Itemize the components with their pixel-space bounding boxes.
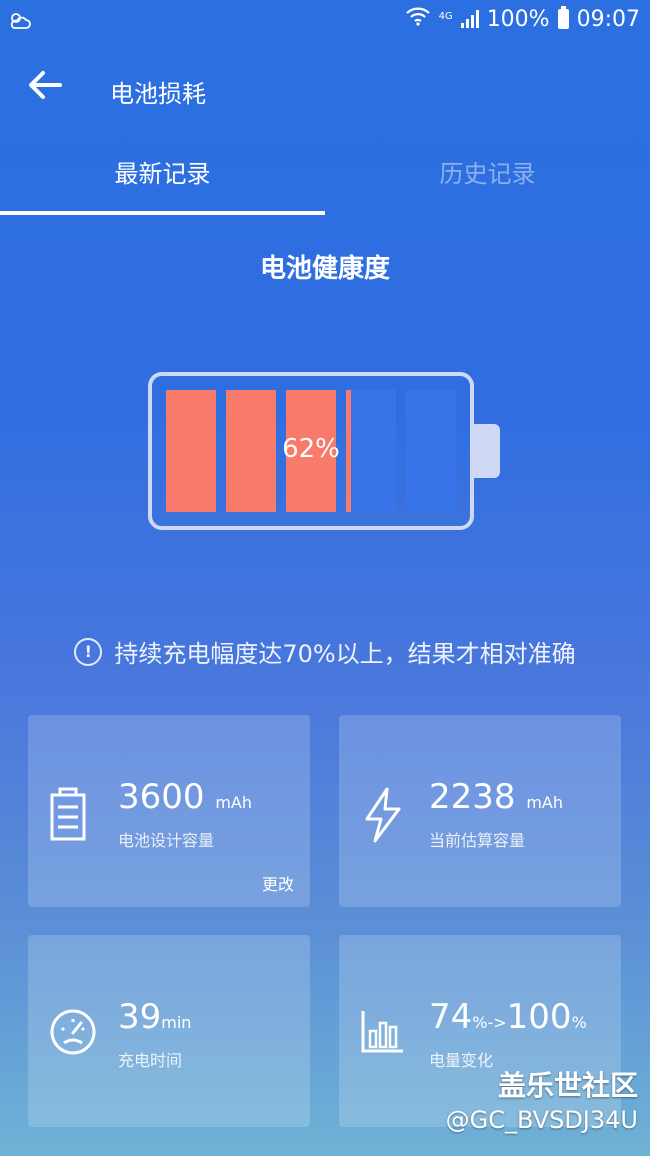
info-icon: !	[74, 637, 103, 666]
tab-bar: 最新记录 历史记录	[0, 140, 650, 216]
design-capacity-number: 3600	[118, 777, 205, 817]
charge-change-to: 100	[506, 997, 572, 1037]
watermark-user: @GC_BVSDJ34U	[445, 1106, 638, 1134]
battery-icon	[557, 6, 569, 29]
watermark-brand: 盖乐世社区	[497, 1069, 638, 1102]
estimated-capacity-card: 2238 mAh 当前估算容量	[339, 715, 621, 907]
accuracy-notice-text: 持续充电幅度达70%以上，结果才相对准确	[114, 640, 576, 668]
back-button[interactable]	[28, 70, 72, 106]
charge-time-number: 39	[118, 997, 162, 1037]
battery-tip	[474, 424, 500, 478]
charge-time-label: 充电时间	[118, 1051, 183, 1070]
battery-health-title: 电池健康度	[259, 254, 390, 284]
design-capacity-card: 3600 mAh 电池设计容量 更改	[28, 715, 310, 907]
tab-latest-records[interactable]: 最新记录	[0, 140, 325, 216]
accuracy-notice: ! 持续充电幅度达70%以上，结果才相对准确	[0, 634, 650, 669]
back-arrow-icon	[29, 71, 62, 99]
charge-time-unit: min	[161, 1013, 192, 1032]
weather-cloud-icon	[8, 10, 34, 37]
estimated-capacity-label: 当前估算容量	[429, 831, 526, 850]
signal-icon	[460, 10, 479, 28]
design-capacity-unit: mAh	[215, 793, 253, 812]
speedometer-icon	[48, 1007, 98, 1059]
battery-health-gauge: 62%	[148, 372, 500, 530]
tab-history-records[interactable]: 历史记录	[325, 140, 650, 216]
change-capacity-button[interactable]: 更改	[262, 871, 294, 895]
clock-label: 09:07	[576, 6, 640, 32]
status-bar: 4G 100% 09:07	[0, 0, 650, 44]
estimated-capacity-number: 2238	[429, 777, 516, 817]
charge-change-arrow: %->	[472, 1013, 507, 1032]
lightning-icon	[359, 787, 409, 843]
battery-outline-icon	[48, 787, 98, 841]
charge-change-value: 74%->100%	[429, 997, 587, 1037]
charge-change-from: 74	[429, 997, 473, 1037]
app-bar: 电池损耗	[0, 60, 650, 116]
charge-time-card: 39min 充电时间	[28, 935, 310, 1127]
bar-chart-icon	[359, 1007, 409, 1059]
battery-health-percent: 62%	[282, 434, 340, 464]
design-capacity-label: 电池设计容量	[118, 831, 215, 850]
tab-active-indicator	[0, 211, 325, 215]
watermark: 盖乐世社区 @GC_BVSDJ34U	[446, 1064, 638, 1134]
estimated-capacity-unit: mAh	[526, 793, 564, 812]
wifi-icon	[405, 6, 431, 32]
charge-change-to-unit: %	[571, 1013, 587, 1032]
design-capacity-value: 3600 mAh	[118, 777, 252, 817]
battery-percent-label: 100%	[486, 6, 550, 32]
estimated-capacity-value: 2238 mAh	[429, 777, 563, 817]
network-type-label: 4G	[438, 11, 453, 22]
page-title: 电池损耗	[110, 80, 206, 108]
charge-time-value: 39min	[118, 997, 191, 1037]
